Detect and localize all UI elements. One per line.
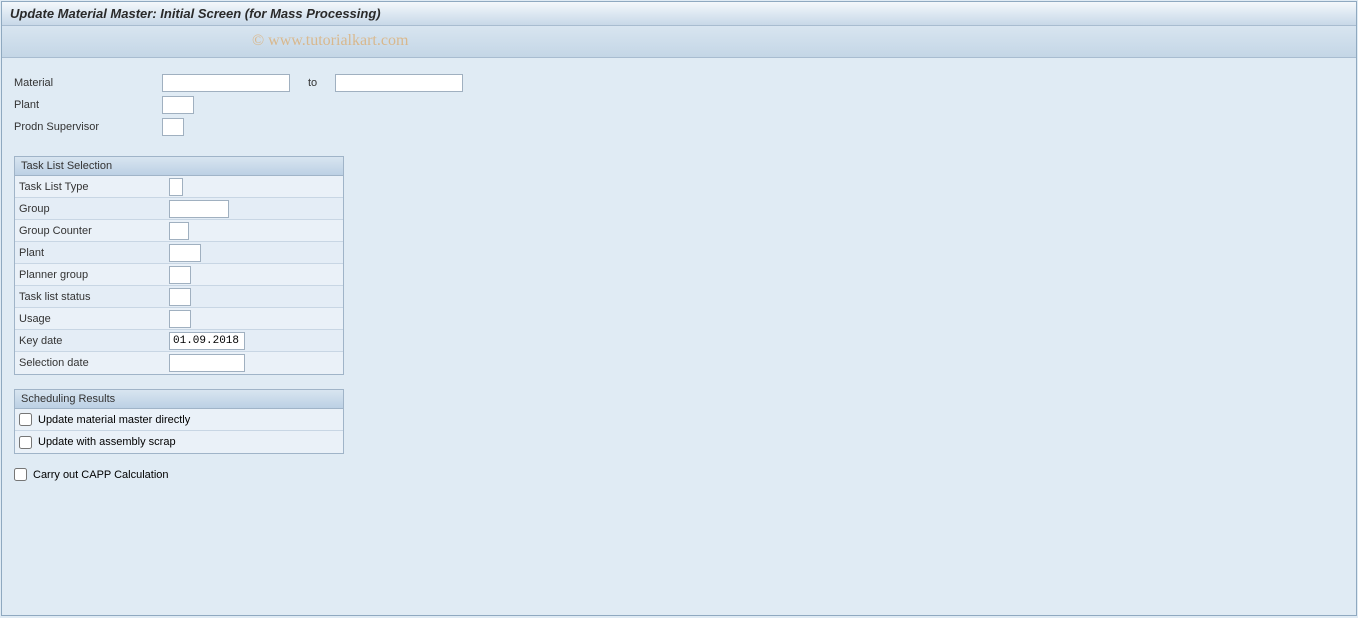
planner-group-input[interactable] xyxy=(169,266,191,284)
task-list-status-row: Task list status xyxy=(15,286,343,308)
main-window: Update Material Master: Initial Screen (… xyxy=(1,1,1357,616)
title-bar: Update Material Master: Initial Screen (… xyxy=(2,2,1356,26)
task-list-status-label: Task list status xyxy=(19,291,169,303)
usage-label: Usage xyxy=(19,313,169,325)
material-label: Material xyxy=(14,77,162,89)
tl-plant-label: Plant xyxy=(19,247,169,259)
prodn-supervisor-row: Prodn Supervisor xyxy=(14,116,1344,138)
task-list-selection-group: Task List Selection Task List Type Group… xyxy=(14,156,344,375)
plant-input[interactable] xyxy=(162,96,194,114)
scheduling-results-group: Scheduling Results Update material maste… xyxy=(14,389,344,454)
planner-group-label: Planner group xyxy=(19,269,169,281)
usage-row: Usage xyxy=(15,308,343,330)
top-fields-section: Material to Plant Prodn Supervisor xyxy=(14,72,1344,138)
selection-date-input[interactable] xyxy=(169,354,245,372)
prodn-supervisor-input[interactable] xyxy=(162,118,184,136)
tl-plant-input[interactable] xyxy=(169,244,201,262)
capp-row: Carry out CAPP Calculation xyxy=(14,468,1344,481)
task-list-selection-header: Task List Selection xyxy=(15,157,343,176)
planner-group-row: Planner group xyxy=(15,264,343,286)
key-date-input[interactable] xyxy=(169,332,245,350)
task-list-type-label: Task List Type xyxy=(19,181,169,193)
scheduling-body: Update material master directly Update w… xyxy=(15,409,343,453)
capp-label: Carry out CAPP Calculation xyxy=(33,469,169,481)
prodn-supervisor-label: Prodn Supervisor xyxy=(14,121,162,133)
update-scrap-row: Update with assembly scrap xyxy=(15,431,343,453)
toolbar: © www.tutorialkart.com xyxy=(2,26,1356,58)
selection-date-row: Selection date xyxy=(15,352,343,374)
update-scrap-checkbox[interactable] xyxy=(19,436,32,449)
update-direct-checkbox[interactable] xyxy=(19,413,32,426)
task-list-type-row: Task List Type xyxy=(15,176,343,198)
capp-checkbox[interactable] xyxy=(14,468,27,481)
group-row: Group xyxy=(15,198,343,220)
content-area: Material to Plant Prodn Supervisor Task … xyxy=(2,58,1356,495)
selection-date-label: Selection date xyxy=(19,357,169,369)
task-list-status-input[interactable] xyxy=(169,288,191,306)
to-label: to xyxy=(308,77,317,89)
scheduling-results-header: Scheduling Results xyxy=(15,390,343,409)
group-counter-label: Group Counter xyxy=(19,225,169,237)
group-counter-input[interactable] xyxy=(169,222,189,240)
tl-plant-row: Plant xyxy=(15,242,343,264)
watermark: © www.tutorialkart.com xyxy=(252,32,408,50)
material-to-input[interactable] xyxy=(335,74,463,92)
task-list-type-input[interactable] xyxy=(169,178,183,196)
update-direct-label: Update material master directly xyxy=(38,414,190,426)
usage-input[interactable] xyxy=(169,310,191,328)
key-date-label: Key date xyxy=(19,335,169,347)
task-list-body: Task List Type Group Group Counter Plant… xyxy=(15,176,343,374)
material-row: Material to xyxy=(14,72,1344,94)
group-input[interactable] xyxy=(169,200,229,218)
plant-row: Plant xyxy=(14,94,1344,116)
update-scrap-label: Update with assembly scrap xyxy=(38,436,176,448)
page-title: Update Material Master: Initial Screen (… xyxy=(10,6,381,21)
key-date-row: Key date xyxy=(15,330,343,352)
update-direct-row: Update material master directly xyxy=(15,409,343,431)
plant-label: Plant xyxy=(14,99,162,111)
group-counter-row: Group Counter xyxy=(15,220,343,242)
material-from-input[interactable] xyxy=(162,74,290,92)
group-label: Group xyxy=(19,203,169,215)
